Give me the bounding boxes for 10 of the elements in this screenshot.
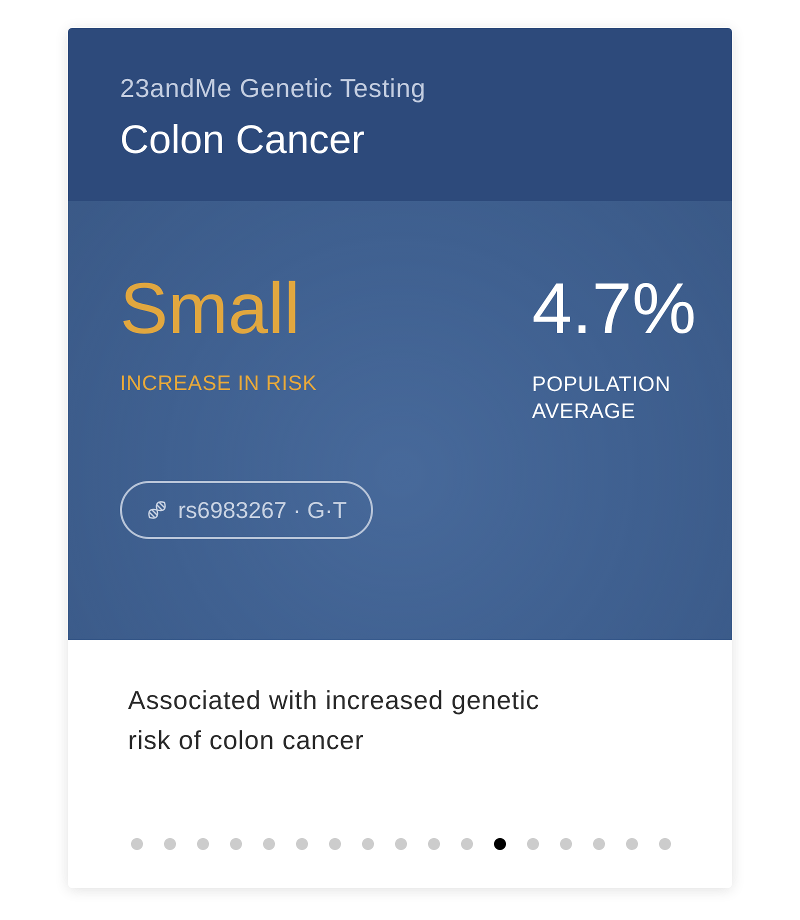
risk-caption: INCREASE IN RISK — [120, 371, 318, 397]
variant-chip[interactable]: rs6983267 · G·T — [120, 481, 373, 539]
risk-level: Small — [120, 273, 302, 345]
population-caption: POPULATION AVERAGE — [532, 372, 672, 425]
source-label: 23andMe Genetic Testing — [120, 72, 427, 104]
variant-label: rs6983267 · G·T — [178, 496, 347, 525]
description-text: Associated with increased genetic risk of colon cancer — [128, 684, 540, 757]
card-title: Colon Cancer — [120, 117, 366, 164]
dna-helix-icon — [146, 499, 168, 521]
population-value: 4.7% — [532, 273, 698, 345]
